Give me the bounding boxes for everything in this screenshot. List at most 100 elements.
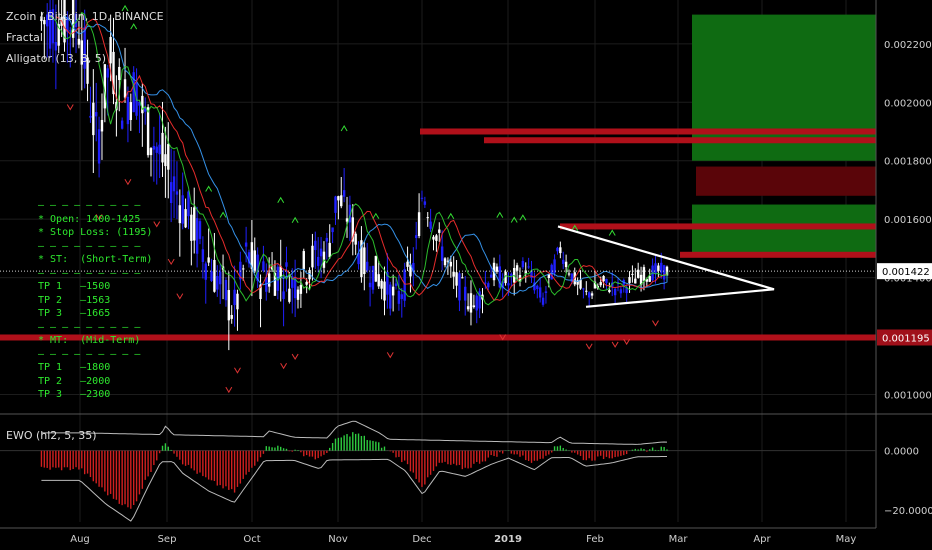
candle-body	[325, 237, 329, 242]
candle-body	[129, 102, 133, 121]
candle-body	[224, 280, 228, 301]
time-tick-label: Sep	[158, 534, 177, 545]
candle-body	[449, 261, 452, 267]
candle-body	[642, 267, 646, 281]
candle-body	[218, 271, 222, 285]
candle-body	[455, 272, 458, 286]
candle-body	[54, 42, 58, 51]
candle-body	[181, 195, 184, 224]
candle-body	[371, 265, 375, 290]
candle-body	[106, 68, 109, 78]
candle-body	[201, 249, 205, 262]
candle-body	[97, 129, 101, 164]
candle-body	[487, 283, 490, 288]
ewo-tick-label: −20.0000	[884, 506, 932, 517]
candle-body	[167, 144, 170, 170]
candle-body	[207, 257, 210, 263]
candle-body	[262, 261, 265, 271]
candle-body	[302, 251, 305, 270]
candle-body	[328, 242, 331, 258]
candle-body	[613, 288, 617, 296]
time-tick-label: Aug	[70, 534, 90, 545]
candle-body	[109, 36, 112, 64]
candle-body	[282, 291, 285, 299]
candle-body	[628, 277, 631, 284]
candle-body	[230, 314, 233, 319]
risk-zone	[696, 166, 876, 196]
candle-body	[244, 242, 248, 247]
candle-body	[538, 287, 542, 298]
indicator-fractal-label: Fractal	[6, 31, 43, 44]
ewo-indicator-label: EWO (hl2, 5, 35)	[6, 429, 97, 442]
candle-body	[340, 195, 343, 207]
note-line: TP 1 —1500	[38, 281, 111, 292]
note-line: — — — — — — — — —	[38, 240, 141, 252]
candle-body	[423, 201, 427, 205]
candle-body	[389, 284, 392, 309]
candle-body	[417, 212, 421, 236]
time-tick-label: Apr	[753, 534, 771, 545]
candle-body	[334, 196, 337, 213]
candle-body	[654, 263, 657, 275]
candle-body	[403, 269, 406, 301]
candle-body	[420, 197, 424, 199]
candle-body	[619, 289, 623, 294]
candle-body	[564, 261, 568, 268]
time-tick-label: Dec	[412, 534, 431, 545]
candle-body	[438, 229, 441, 233]
candle-body	[582, 288, 585, 290]
candle-body	[365, 261, 369, 271]
candle-body	[288, 288, 291, 302]
candle-body	[464, 286, 467, 301]
candle-body	[631, 273, 634, 275]
candle-body	[172, 176, 176, 192]
candle-body	[242, 268, 245, 270]
note-line: — — — — — — — — —	[38, 200, 141, 211]
time-tick-label: Mar	[669, 534, 689, 545]
candle-body	[397, 290, 401, 304]
candle-body	[406, 261, 409, 267]
candle-body	[314, 240, 317, 251]
candle-body	[184, 209, 187, 228]
candle-body	[556, 247, 559, 252]
candle-body	[662, 265, 666, 280]
note-line: — — — — — — — — —	[38, 267, 141, 279]
candle-body	[648, 276, 651, 282]
candle-body	[391, 286, 395, 296]
note-line: * ST: (Short-Term)	[38, 254, 153, 265]
candle-body	[118, 66, 121, 81]
candle-body	[267, 273, 271, 287]
candle-body	[213, 259, 216, 292]
candle-body	[515, 265, 519, 271]
candle-body	[426, 217, 429, 219]
price-tick-label: 0.001800	[884, 157, 932, 168]
price-tick-label: 0.001600	[884, 215, 932, 226]
candle-body	[175, 191, 179, 195]
candle-body	[587, 292, 591, 298]
note-line: * Stop Loss: (1195)	[38, 227, 153, 238]
candle-body	[634, 278, 637, 284]
candle-body	[507, 283, 510, 286]
candle-body	[657, 265, 660, 271]
candle-body	[469, 293, 473, 313]
candle-body	[158, 144, 161, 155]
candle-body	[164, 154, 167, 167]
candle-body	[123, 79, 127, 98]
time-tick-label: Oct	[243, 534, 260, 545]
resistance-line	[680, 251, 876, 258]
candle-body	[475, 295, 478, 311]
candle-body	[296, 289, 300, 300]
candle-body	[559, 247, 562, 254]
current-price-label: 0.001422	[882, 267, 930, 278]
note-line: TP 3 —2300	[38, 389, 111, 400]
candle-body	[198, 221, 202, 239]
note-line: TP 3 —1665	[38, 308, 111, 319]
candle-body	[210, 271, 213, 281]
candle-body	[590, 293, 594, 296]
candle-body	[342, 190, 346, 197]
candle-body	[452, 271, 455, 277]
candle-body	[383, 281, 386, 301]
candle-body	[92, 102, 95, 136]
candle-body	[429, 221, 432, 229]
candle-body	[579, 279, 582, 289]
